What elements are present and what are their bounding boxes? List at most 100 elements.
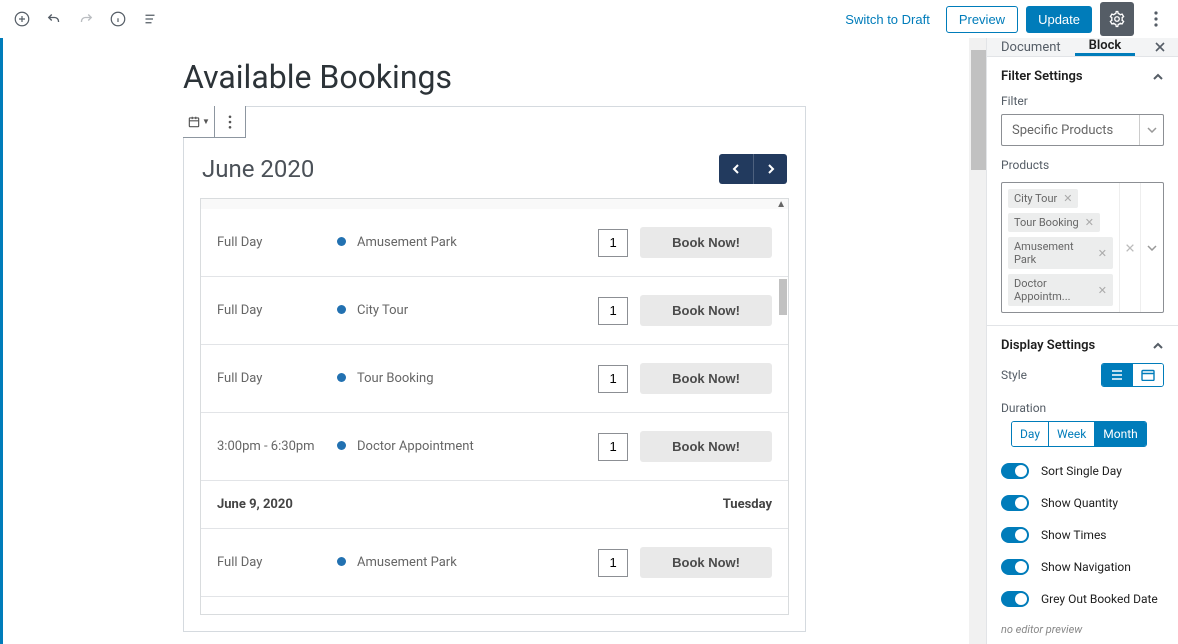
style-label: Style (1001, 368, 1027, 382)
filter-label: Filter (1001, 94, 1164, 108)
book-now-button[interactable]: Book Now! (640, 227, 772, 258)
status-dot-icon (337, 371, 357, 386)
info-icon[interactable] (104, 5, 132, 33)
booking-row: Full Day Tour Booking Book Now! (201, 344, 788, 412)
products-multiselect[interactable]: City Tour✕ Tour Booking✕ Amusement Park✕ Do… (1001, 182, 1164, 313)
book-now-button[interactable]: Book Now! (640, 295, 772, 326)
calendar-block[interactable]: ▼ June 2020 (183, 106, 806, 632)
toggle-switch[interactable] (1001, 527, 1029, 543)
booking-time: 3:00pm - 6:30pm (217, 439, 337, 454)
add-block-icon[interactable] (8, 5, 36, 33)
book-now-button[interactable]: Book Now! (640, 431, 772, 462)
toggle-switch[interactable] (1001, 463, 1029, 479)
settings-sidebar: Document Block Filter Settings Filter Sp… (986, 38, 1178, 644)
settings-gear-icon[interactable] (1100, 2, 1134, 36)
toggle-switch[interactable] (1001, 591, 1029, 607)
chevron-down-icon (1139, 115, 1163, 145)
preview-button[interactable]: Preview (946, 6, 1018, 33)
editor-preview-note: no editor preview (1001, 623, 1164, 636)
status-dot-icon (337, 555, 357, 570)
booking-time: Full Day (217, 235, 337, 250)
booking-name: Tour Booking (357, 371, 598, 386)
quantity-input[interactable] (598, 365, 628, 393)
duration-day-button[interactable]: Day (1012, 422, 1048, 446)
book-now-button[interactable]: Book Now! (640, 363, 772, 394)
status-dot-icon (337, 439, 357, 454)
status-dot-icon (337, 303, 357, 318)
remove-chip-icon[interactable]: ✕ (1098, 284, 1107, 297)
quantity-input[interactable] (598, 433, 628, 461)
calendar-view-icon[interactable]: ▼ (183, 106, 214, 137)
booking-name: Doctor Appointment (357, 439, 598, 454)
prev-month-icon[interactable] (719, 154, 753, 184)
page-title[interactable]: Available Bookings (183, 58, 806, 96)
remove-chip-icon[interactable]: ✕ (1063, 192, 1072, 205)
display-settings-title: Display Settings (1001, 338, 1095, 353)
product-chip[interactable]: Amusement Park✕ (1008, 237, 1113, 269)
booking-name: City Tour (357, 303, 598, 318)
collapse-filter-icon[interactable] (1152, 73, 1164, 81)
booking-name: Amusement Park (357, 235, 598, 250)
chevron-down-icon[interactable] (1141, 183, 1163, 312)
block-toolbar: ▼ (183, 106, 246, 138)
editor-scrollbar[interactable] (969, 38, 986, 644)
more-menu-icon[interactable] (1142, 5, 1170, 33)
editor-canvas: Available Bookings ▼ June 2020 (0, 38, 986, 644)
switch-to-draft-button[interactable]: Switch to Draft (837, 6, 938, 33)
remove-chip-icon[interactable]: ✕ (1098, 247, 1107, 260)
filter-settings-panel: Filter Settings Filter Specific Products… (987, 57, 1178, 326)
booking-row: Full Day City Tour Book Now! (201, 596, 788, 614)
style-list-button[interactable] (1102, 364, 1132, 386)
booking-time: Full Day (217, 371, 337, 386)
toggle-label: Show Quantity (1041, 496, 1118, 510)
calendar-month: June 2020 (202, 155, 314, 183)
tab-block[interactable]: Block (1075, 38, 1136, 56)
booking-row: Full Day City Tour Book Now! (201, 276, 788, 344)
display-settings-panel: Display Settings Style (987, 326, 1178, 644)
tab-document[interactable]: Document (987, 38, 1075, 56)
toggle-label: Sort Single Day (1041, 464, 1122, 478)
booking-row: 3:00pm - 6:30pm Doctor Appointment Book … (201, 412, 788, 480)
date-label: June 9, 2020 (217, 497, 293, 512)
duration-week-button[interactable]: Week (1048, 422, 1094, 446)
toggle-label: Show Navigation (1041, 560, 1131, 574)
close-sidebar-icon[interactable] (1142, 38, 1178, 56)
date-header: June 9, 2020 Tuesday (201, 480, 788, 528)
filter-select[interactable]: Specific Products (1001, 114, 1164, 146)
quantity-input[interactable] (598, 229, 628, 257)
duration-month-button[interactable]: Month (1094, 422, 1145, 446)
next-month-icon[interactable] (753, 154, 787, 184)
quantity-input[interactable] (598, 549, 628, 577)
block-more-icon[interactable] (214, 106, 245, 137)
filter-settings-title: Filter Settings (1001, 69, 1083, 84)
product-chip[interactable]: Doctor Appointm...✕ (1008, 274, 1113, 306)
toggle-switch[interactable] (1001, 495, 1029, 511)
clear-chips-icon[interactable] (1119, 183, 1141, 312)
duration-label: Duration (1001, 401, 1164, 415)
style-calendar-button[interactable] (1132, 364, 1163, 386)
weekday-label: Tuesday (723, 497, 772, 512)
booking-time: Full Day (217, 555, 337, 570)
calendar-nav (719, 154, 787, 184)
book-now-button[interactable]: Book Now! (640, 547, 772, 578)
remove-chip-icon[interactable]: ✕ (1085, 216, 1094, 229)
duration-segmented: DayWeekMonth (1011, 421, 1147, 447)
update-button[interactable]: Update (1026, 6, 1092, 33)
quantity-input[interactable] (598, 297, 628, 325)
outline-icon[interactable] (136, 5, 164, 33)
booking-row: Full Day Amusement Park Book Now! (201, 209, 788, 276)
collapse-display-icon[interactable] (1152, 342, 1164, 350)
style-segmented (1101, 363, 1164, 387)
redo-icon[interactable] (72, 5, 100, 33)
products-label: Products (1001, 158, 1164, 172)
scroll-up-icon[interactable]: ▲ (201, 199, 788, 209)
product-chip[interactable]: Tour Booking✕ (1008, 213, 1100, 232)
inner-scrollbar[interactable] (778, 209, 788, 614)
status-dot-icon (337, 235, 357, 250)
undo-icon[interactable] (40, 5, 68, 33)
toggle-switch[interactable] (1001, 559, 1029, 575)
editor-topbar: Switch to Draft Preview Update (0, 0, 1178, 38)
booking-row: Full Day Amusement Park Book Now! (201, 528, 788, 596)
product-chip[interactable]: City Tour✕ (1008, 189, 1078, 208)
toggle-label: Show Times (1041, 528, 1107, 542)
